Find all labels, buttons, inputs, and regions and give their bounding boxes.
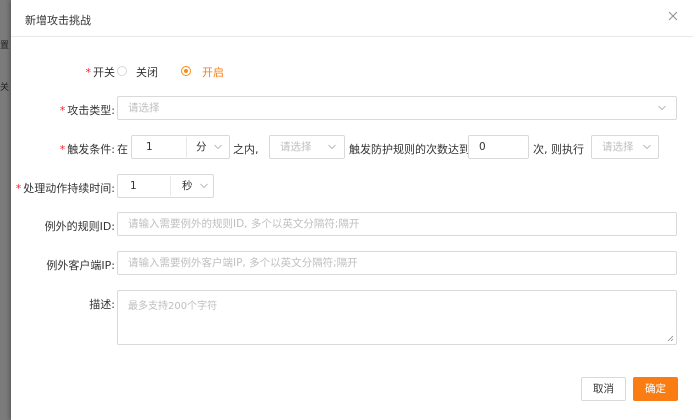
radio-on[interactable] (181, 66, 191, 76)
background-text: 关 (0, 83, 10, 93)
attack-type-label: * 攻击类型: (59, 104, 115, 117)
trigger-after-text: 次, 则执行 (533, 143, 584, 156)
attack-type-placeholder: 请选择 (128, 102, 160, 114)
description-textarea[interactable]: 最多支持200个字符 (117, 290, 677, 345)
trigger-rule-placeholder: 请选择 (280, 141, 312, 153)
trigger-label: * 触发条件: (59, 143, 115, 156)
trigger-within-text: 之内, (233, 143, 259, 156)
divider (170, 176, 171, 196)
trigger-count-input[interactable]: 0 (468, 135, 529, 159)
chevron-down-icon (643, 144, 651, 150)
trigger-prefix: 在 (117, 143, 128, 156)
attack-type-select[interactable]: 请选择 (117, 96, 677, 120)
chevron-down-icon (214, 144, 222, 150)
client-ips-placeholder: 请输入需要例外客户端IP, 多个以英文分隔符;隔开 (128, 257, 358, 269)
duration-input[interactable]: 1 (130, 175, 137, 197)
add-attack-challenge-modal: 新增攻击挑战 * 开关 关闭 开启 * 攻击类型: 请选择 * 触发条件: 在 1 分… (11, 0, 693, 420)
duration-group: 1 秒 (117, 174, 214, 198)
trigger-unit-select[interactable]: 分 (196, 136, 207, 158)
duration-label: * 处理动作持续时间: (15, 182, 115, 195)
duration-unit-select[interactable]: 秒 (182, 175, 193, 197)
description-placeholder: 最多支持200个字符 (128, 301, 218, 312)
radio-on-label[interactable]: 开启 (202, 64, 224, 80)
rule-ids-input[interactable]: 请输入需要例外的规则ID, 多个以英文分隔符;隔开 (117, 212, 677, 236)
divider (186, 137, 187, 157)
modal-title: 新增攻击挑战 (25, 14, 91, 27)
cancel-button[interactable]: 取消 (581, 377, 626, 401)
trigger-action-select[interactable]: 请选择 (591, 135, 659, 159)
description-label: 描述: (89, 298, 115, 311)
rule-ids-label: 例外的规则ID: (44, 220, 115, 233)
trigger-number-group: 1 分 (131, 135, 230, 159)
client-ips-input[interactable]: 请输入需要例外客户端IP, 多个以英文分隔符;隔开 (117, 251, 677, 275)
trigger-action-placeholder: 请选择 (602, 141, 634, 153)
trigger-count-value: 0 (479, 141, 486, 153)
trigger-middle-text: 触发防护规则的次数达到 (349, 143, 470, 156)
rule-ids-placeholder: 请输入需要例外的规则ID, 多个以英文分隔符;隔开 (128, 218, 360, 230)
background-text: 置 (0, 41, 10, 51)
radio-off-label[interactable]: 关闭 (136, 64, 158, 80)
chevron-down-icon (658, 105, 666, 111)
radio-off[interactable] (117, 66, 127, 76)
modal-header: 新增攻击挑战 (11, 0, 693, 37)
close-icon[interactable] (667, 10, 679, 22)
trigger-rule-select[interactable]: 请选择 (269, 135, 345, 159)
trigger-number-input[interactable]: 1 (146, 136, 153, 158)
confirm-button[interactable]: 确定 (633, 377, 678, 401)
chevron-down-icon (328, 144, 336, 150)
chevron-down-icon (200, 183, 208, 189)
switch-label: * 开关 (85, 66, 116, 79)
resize-handle-icon[interactable] (667, 335, 674, 342)
client-ips-label: 例外客户端IP: (46, 259, 115, 272)
